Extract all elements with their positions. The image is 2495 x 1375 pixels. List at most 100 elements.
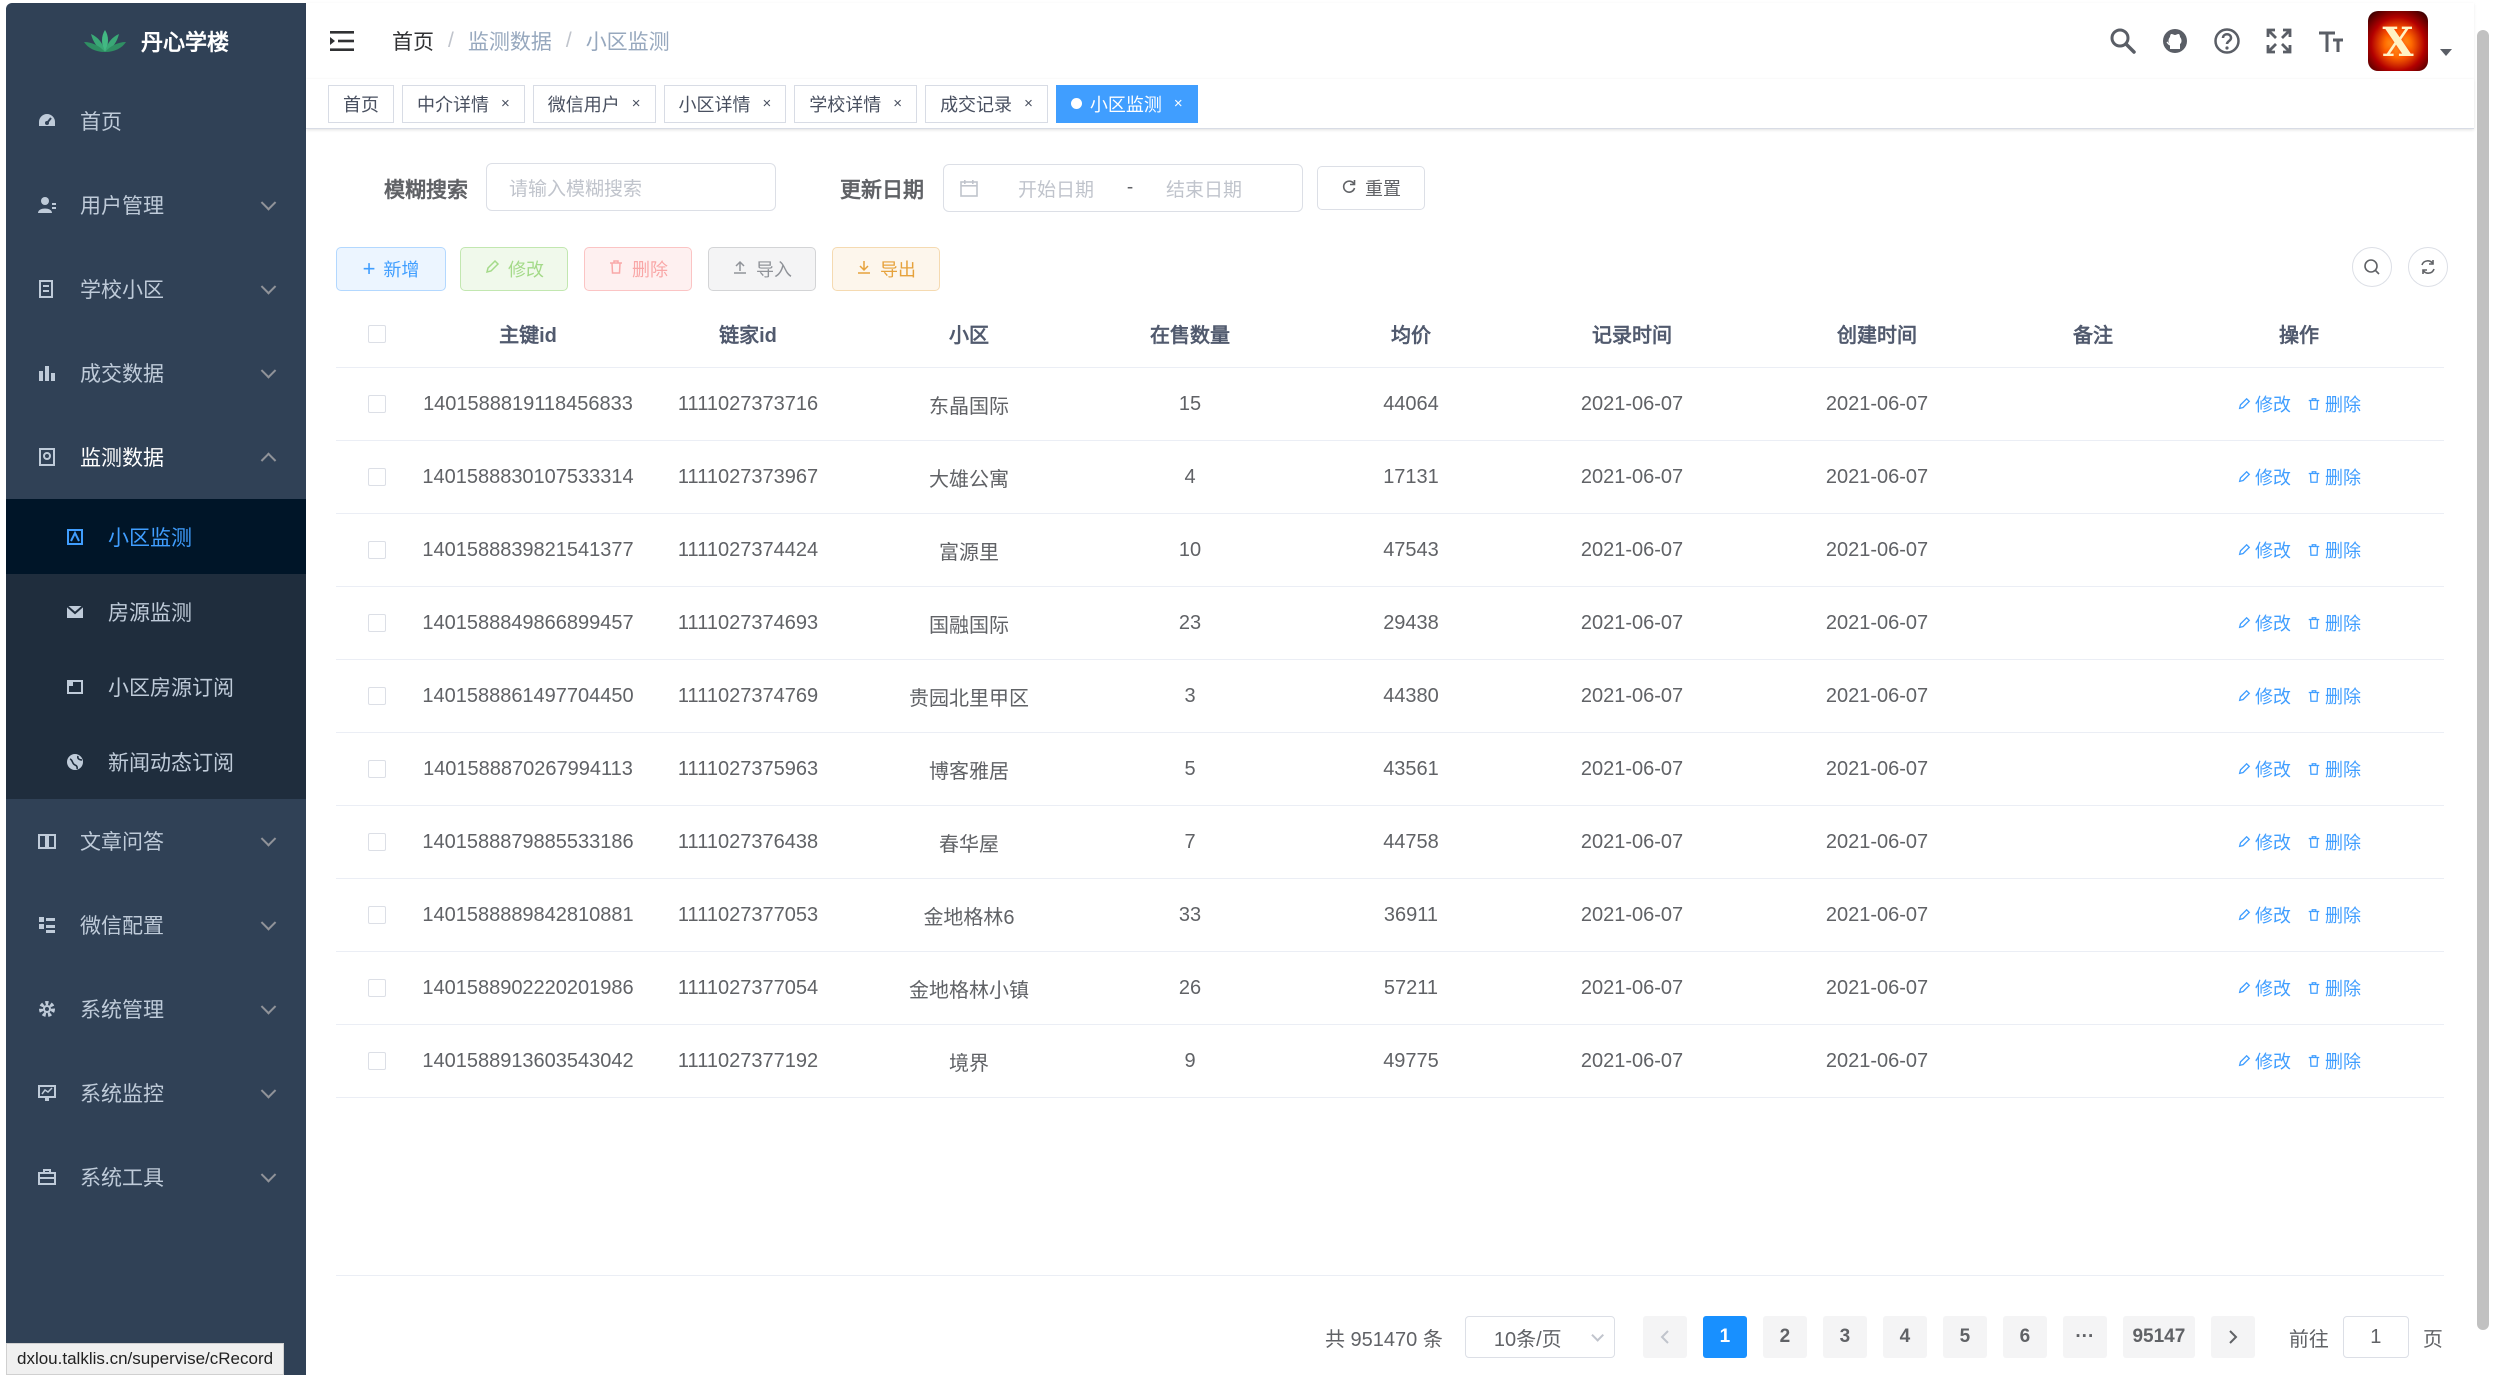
- close-icon[interactable]: ×: [501, 95, 510, 112]
- row-edit-button[interactable]: 修改: [2237, 683, 2291, 709]
- font-size-icon[interactable]: [2316, 26, 2346, 56]
- row-delete-button[interactable]: 删除: [2307, 1048, 2361, 1074]
- page-scrollbar[interactable]: [2477, 30, 2489, 1330]
- fuzzy-search-input[interactable]: 请输入模糊搜索: [486, 163, 776, 211]
- table-row[interactable]: 1401588879885533186 1111027376438 春华屋 7 4475…: [336, 806, 2444, 879]
- sidebar-item-community-monitor[interactable]: 小区监测: [6, 499, 306, 574]
- table-row[interactable]: 1401588839821541377 1111027374424 富源里 10 475…: [336, 514, 2444, 587]
- row-checkbox[interactable]: [368, 906, 386, 924]
- menu-item-system-management[interactable]: 系统管理: [6, 967, 306, 1051]
- row-delete-button[interactable]: 删除: [2307, 975, 2361, 1001]
- row-checkbox[interactable]: [368, 1052, 386, 1070]
- row-edit-button[interactable]: 修改: [2237, 1048, 2291, 1074]
- sidebar-item-listing-monitor[interactable]: 房源监测: [6, 574, 306, 649]
- menu-item-system-monitor[interactable]: 系统监控: [6, 1051, 306, 1135]
- close-icon[interactable]: ×: [1174, 95, 1183, 112]
- export-button[interactable]: 导出: [832, 247, 940, 291]
- menu-item-transaction-data[interactable]: 成交数据: [6, 331, 306, 415]
- reset-button[interactable]: 重置: [1317, 166, 1425, 210]
- row-checkbox[interactable]: [368, 541, 386, 559]
- edit-button[interactable]: 修改: [460, 247, 568, 291]
- tag-wechat-user[interactable]: 微信用户 ×: [532, 84, 656, 123]
- table-row[interactable]: 1401588861497704450 1111027374769 贵园北里甲区 3 4…: [336, 660, 2444, 733]
- row-edit-button[interactable]: 修改: [2237, 756, 2291, 782]
- select-all-checkbox[interactable]: [368, 324, 386, 343]
- page-button-1[interactable]: 1: [1702, 1316, 1747, 1358]
- hamburger-icon[interactable]: [330, 29, 356, 53]
- row-checkbox[interactable]: [368, 760, 386, 778]
- avatar[interactable]: X: [2368, 11, 2428, 71]
- page-button-last[interactable]: 95147: [2122, 1316, 2195, 1358]
- page-button-5[interactable]: 5: [1942, 1316, 1987, 1358]
- menu-item-user-management[interactable]: 用户管理: [6, 163, 306, 247]
- row-edit-button[interactable]: 修改: [2237, 610, 2291, 636]
- search-icon[interactable]: [2108, 26, 2138, 56]
- row-delete-button[interactable]: 删除: [2307, 537, 2361, 563]
- tag-community-detail[interactable]: 小区详情 ×: [663, 84, 787, 123]
- tag-community-monitor[interactable]: 小区监测 ×: [1055, 84, 1198, 123]
- close-icon[interactable]: ×: [893, 95, 902, 112]
- menu-item-school-community[interactable]: 学校小区: [6, 247, 306, 331]
- page-button-6[interactable]: 6: [2002, 1316, 2047, 1358]
- row-checkbox[interactable]: [368, 979, 386, 997]
- row-delete-button[interactable]: 删除: [2307, 902, 2361, 928]
- table-row[interactable]: 1401588830107533314 1111027373967 大雄公寓 4 171…: [336, 441, 2444, 514]
- row-edit-button[interactable]: 修改: [2237, 537, 2291, 563]
- row-edit-button[interactable]: 修改: [2237, 464, 2291, 490]
- row-edit-button[interactable]: 修改: [2237, 829, 2291, 855]
- table-row[interactable]: 1401588913603543042 1111027377192 境界 9 49775…: [336, 1025, 2444, 1098]
- start-date-placeholder[interactable]: 开始日期: [1000, 175, 1112, 202]
- close-icon[interactable]: ×: [632, 95, 641, 112]
- refresh-table-button[interactable]: [2408, 247, 2448, 287]
- row-checkbox[interactable]: [368, 614, 386, 632]
- sidebar-item-news-subscribe[interactable]: 新闻动态订阅: [6, 724, 306, 799]
- table-row[interactable]: 1401588819118456833 1111027373716 东晶国际 15 44…: [336, 368, 2444, 441]
- toggle-search-button[interactable]: [2352, 247, 2392, 287]
- fullscreen-icon[interactable]: [2264, 26, 2294, 56]
- page-button-2[interactable]: 2: [1762, 1316, 1807, 1358]
- import-button[interactable]: 导入: [708, 247, 816, 291]
- next-page-button[interactable]: [2210, 1316, 2255, 1358]
- add-button[interactable]: + 新增: [336, 247, 446, 291]
- menu-item-system-tools[interactable]: 系统工具: [6, 1135, 306, 1219]
- row-delete-button[interactable]: 删除: [2307, 391, 2361, 417]
- col-header-community[interactable]: 小区: [858, 319, 1080, 348]
- more-pages-button[interactable]: ···: [2062, 1316, 2107, 1358]
- row-edit-button[interactable]: 修改: [2237, 391, 2291, 417]
- row-edit-button[interactable]: 修改: [2237, 975, 2291, 1001]
- col-header-lianjia-id[interactable]: 链家id: [638, 319, 858, 348]
- table-row[interactable]: 1401588902220201986 1111027377054 金地格林小镇 26…: [336, 952, 2444, 1025]
- col-header-on-sale[interactable]: 在售数量: [1080, 319, 1300, 348]
- menu-item-wechat-config[interactable]: 微信配置: [6, 883, 306, 967]
- row-checkbox[interactable]: [368, 468, 386, 486]
- help-icon[interactable]: [2212, 26, 2242, 56]
- row-delete-button[interactable]: 删除: [2307, 464, 2361, 490]
- menu-item-monitor-data[interactable]: 监测数据: [6, 415, 306, 499]
- end-date-placeholder[interactable]: 结束日期: [1148, 175, 1260, 202]
- close-icon[interactable]: ×: [763, 95, 772, 112]
- row-delete-button[interactable]: 删除: [2307, 756, 2361, 782]
- row-delete-button[interactable]: 删除: [2307, 683, 2361, 709]
- prev-page-button[interactable]: [1642, 1316, 1687, 1358]
- close-icon[interactable]: ×: [1024, 95, 1033, 112]
- row-edit-button[interactable]: 修改: [2237, 902, 2291, 928]
- row-delete-button[interactable]: 删除: [2307, 610, 2361, 636]
- page-button-3[interactable]: 3: [1822, 1316, 1867, 1358]
- date-range-picker[interactable]: 开始日期 - 结束日期: [943, 164, 1303, 212]
- tag-transaction-record[interactable]: 成交记录 ×: [925, 84, 1048, 123]
- caret-down-icon[interactable]: [2440, 48, 2452, 56]
- github-icon[interactable]: [2160, 26, 2190, 56]
- table-row[interactable]: 1401588870267994113 1111027375963 博客雅居 5 435…: [336, 733, 2444, 806]
- table-row[interactable]: 1401588849866899457 1111027374693 国融国际 23 29…: [336, 587, 2444, 660]
- goto-page-input[interactable]: 1: [2342, 1316, 2409, 1358]
- sidebar-item-community-subscribe[interactable]: 小区房源订阅: [6, 649, 306, 724]
- page-button-4[interactable]: 4: [1882, 1316, 1927, 1358]
- col-header-avg-price[interactable]: 均价: [1300, 319, 1522, 348]
- logo[interactable]: 丹心学楼: [6, 3, 306, 79]
- tag-school-detail[interactable]: 学校详情 ×: [794, 84, 918, 123]
- tag-agent-detail[interactable]: 中介详情 ×: [402, 84, 525, 123]
- menu-item-articles-qa[interactable]: 文章问答: [6, 799, 306, 883]
- table-row[interactable]: 1401588889842810881 1111027377053 金地格林6 33 3…: [336, 879, 2444, 952]
- row-delete-button[interactable]: 删除: [2307, 829, 2361, 855]
- col-header-id[interactable]: 主键id: [418, 319, 638, 348]
